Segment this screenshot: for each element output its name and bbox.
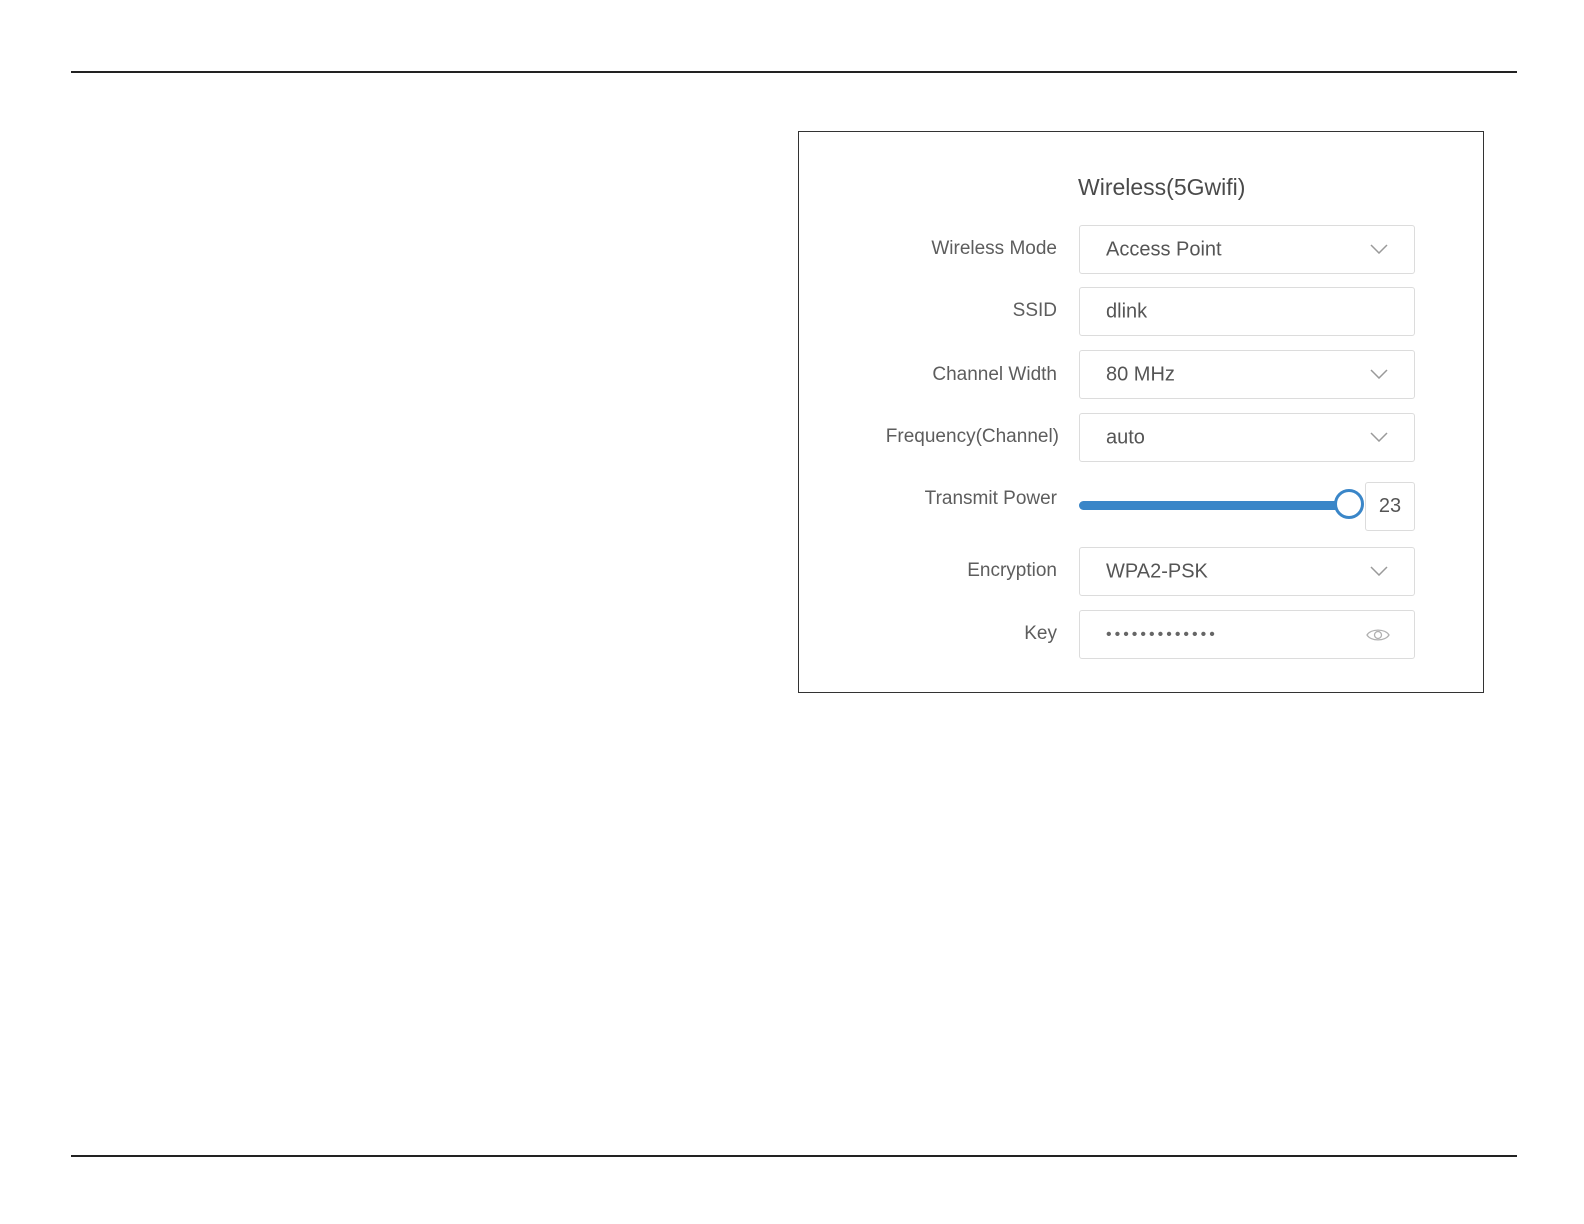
wireless-mode-label: Wireless Mode	[931, 238, 1057, 259]
encryption-value: WPA2-PSK	[1106, 560, 1208, 582]
wireless-mode-select[interactable]: Access Point	[1079, 225, 1415, 274]
key-label: Key	[1024, 623, 1057, 644]
frequency-label: Frequency(Channel)	[885, 426, 1059, 447]
bottom-divider	[71, 1155, 1517, 1157]
key-password-input[interactable]: •••••••••••••	[1079, 610, 1415, 659]
chevron-down-icon	[1370, 243, 1388, 254]
panel-title: Wireless(5Gwifi)	[1078, 174, 1246, 200]
transmit-power-slider[interactable]	[1079, 489, 1364, 519]
chevron-down-icon	[1370, 565, 1388, 576]
frequency-value: auto	[1106, 426, 1145, 448]
chevron-down-icon	[1370, 431, 1388, 442]
key-value: •••••••••••••	[1106, 625, 1218, 643]
frequency-select[interactable]: auto	[1079, 413, 1415, 462]
slider-fill	[1079, 501, 1349, 510]
channel-width-label: Channel Width	[932, 364, 1057, 385]
ssid-label: SSID	[1012, 300, 1057, 321]
top-divider	[71, 71, 1517, 73]
encryption-select[interactable]: WPA2-PSK	[1079, 547, 1415, 596]
eye-icon[interactable]	[1366, 627, 1390, 643]
chevron-down-icon	[1370, 368, 1388, 379]
wireless-5g-settings-panel: Wireless(5Gwifi) Wireless Mode Access Po…	[798, 131, 1484, 693]
transmit-power-value: 23	[1378, 495, 1402, 517]
ssid-input[interactable]: dlink	[1079, 287, 1415, 336]
transmit-power-value-box[interactable]: 23	[1365, 482, 1415, 531]
ssid-value: dlink	[1106, 300, 1148, 322]
channel-width-value: 80 MHz	[1106, 363, 1175, 385]
channel-width-select[interactable]: 80 MHz	[1079, 350, 1415, 399]
wireless-mode-value: Access Point	[1106, 238, 1222, 260]
slider-handle[interactable]	[1334, 489, 1364, 519]
transmit-power-label: Transmit Power	[924, 488, 1057, 509]
encryption-label: Encryption	[967, 560, 1057, 581]
